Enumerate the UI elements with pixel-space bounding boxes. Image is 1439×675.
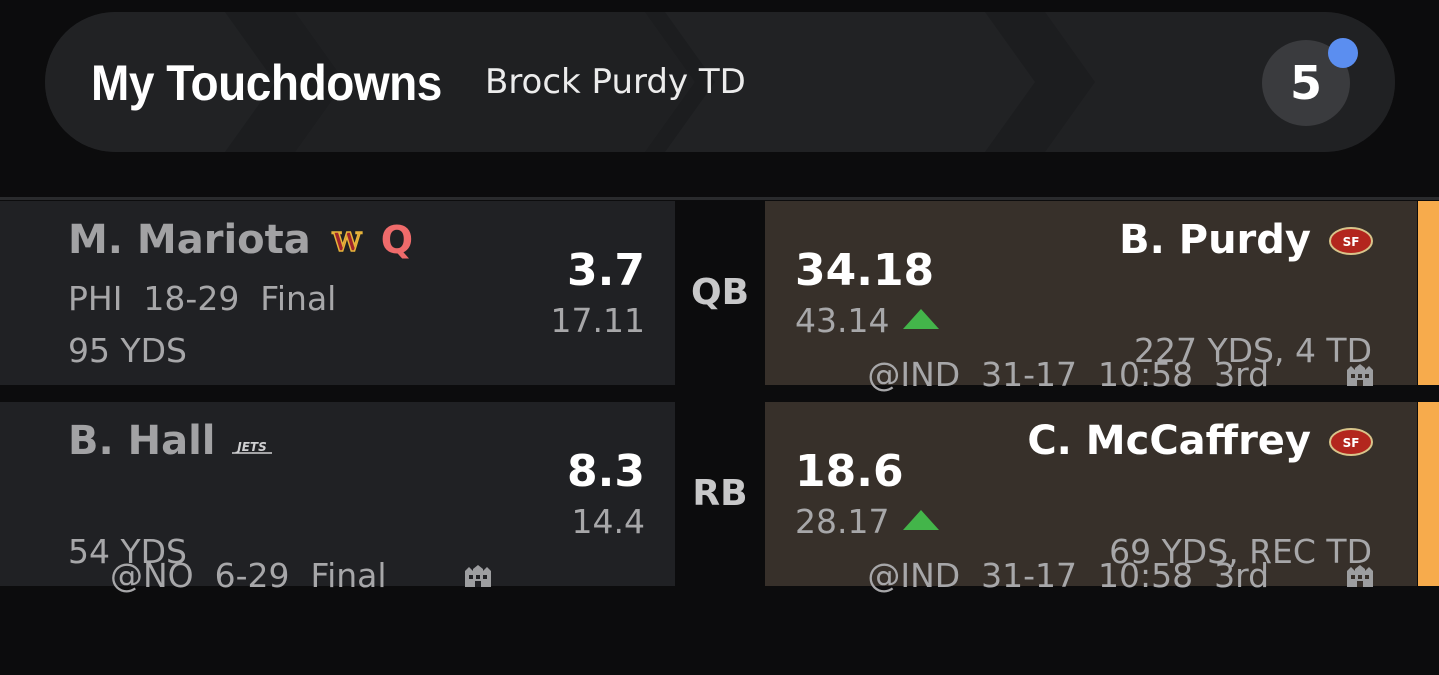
player-stats: 54 YDS [68, 532, 187, 571]
game-info: PHI 18-29 Final [68, 279, 337, 318]
position-label-rb: RB [692, 473, 748, 514]
player-stats: 69 YDS, REC TD [1109, 532, 1372, 571]
player-name-row: B. Purdy [1119, 217, 1311, 263]
player-name: C. McCaffrey [1027, 418, 1311, 464]
player-stats: 227 YDS, 4 TD [1133, 331, 1372, 370]
svg-text:SF: SF [1343, 436, 1360, 450]
stadium-icon [401, 519, 492, 636]
section-divider [0, 197, 1439, 200]
svg-text:W: W [331, 229, 362, 255]
active-accent-bar [1418, 402, 1439, 586]
player-score: 3.7 [567, 245, 645, 296]
injury-tag: Q [380, 218, 414, 262]
matchup-row-qb-left[interactable]: M. Mariota W Q PHI 18-29 Final 95 YDS 3.… [0, 201, 675, 385]
player-score: 8.3 [567, 446, 645, 497]
player-projection: 14.4 [571, 502, 645, 541]
player-name-row: B. Hall JETS [68, 418, 274, 466]
active-accent-bar [1418, 201, 1439, 385]
banner-subtitle: Brock Purdy TD [485, 62, 746, 102]
49ers-logo-icon: SF [1329, 227, 1373, 259]
touchdowns-banner[interactable]: My Touchdowns Brock Purdy TD 5 [45, 12, 1395, 152]
svg-text:JETS: JETS [235, 440, 267, 454]
game-info-row: @IND 31-17 10:58 3rd [825, 480, 1374, 675]
svg-text:SF: SF [1343, 235, 1360, 249]
jets-logo-icon: JETS [230, 420, 274, 466]
matchup-row-rb-right[interactable]: 18.6 28.17 C. McCaffrey SF @IND 31-17 10… [765, 402, 1417, 595]
player-name-row: C. McCaffrey [1027, 418, 1311, 464]
matchup-row-rb-left[interactable]: B. Hall JETS @NO 6-29 Final 54 YDS 8.3 1… [0, 402, 675, 595]
player-name: B. Hall [68, 418, 216, 464]
game-info-row: @NO 6-29 Final [68, 480, 492, 675]
touchdown-count-badge[interactable]: 5 [1262, 38, 1358, 126]
matchup-row-qb-right[interactable]: 34.18 43.14 B. Purdy SF @IND 31-17 10:58… [765, 201, 1417, 394]
position-label-qb: QB [690, 272, 750, 313]
notification-dot [1328, 38, 1358, 68]
player-name-row: M. Mariota W Q [68, 217, 413, 265]
player-name: M. Mariota [68, 217, 311, 263]
player-name: B. Purdy [1119, 217, 1311, 263]
49ers-logo-icon: SF [1329, 428, 1373, 460]
player-stats: 95 YDS [68, 331, 187, 370]
commanders-logo-icon: W [325, 219, 369, 265]
banner-title: My Touchdowns [91, 55, 442, 111]
player-projection: 17.11 [550, 301, 645, 340]
